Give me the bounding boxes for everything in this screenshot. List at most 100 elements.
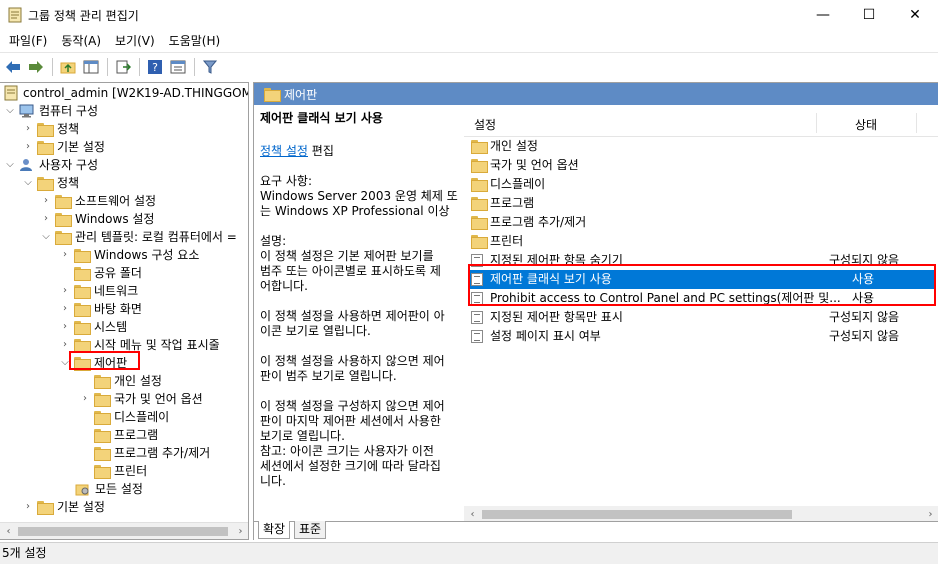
- tree-item-all-settings[interactable]: 모든 설정: [75, 480, 143, 498]
- column-state[interactable]: 상태: [855, 116, 877, 133]
- tree-item-label: 공유 폴더: [94, 266, 142, 280]
- filter-button[interactable]: [199, 56, 221, 78]
- chevron-right-icon[interactable]: ›: [22, 120, 34, 138]
- scroll-thumb[interactable]: [482, 510, 792, 519]
- chevron-down-icon[interactable]: ⌵: [4, 156, 16, 174]
- edit-policy-suffix: 편집: [307, 144, 334, 158]
- folder-icon: [94, 429, 111, 443]
- list-item-setting[interactable]: 지정된 제어판 항목만 표시 구성되지 않음: [468, 308, 934, 327]
- scroll-right-icon[interactable]: ›: [232, 523, 248, 539]
- chevron-down-icon[interactable]: ⌵: [22, 174, 34, 192]
- window-title: 그룹 정책 관리 편집기: [28, 9, 139, 23]
- tree-item-user-preferences[interactable]: › 기본 설정: [22, 498, 105, 516]
- list-item-folder[interactable]: 디스플레이: [468, 175, 934, 194]
- tree-item-printers[interactable]: 프린터: [94, 462, 147, 480]
- scroll-left-icon[interactable]: ‹: [0, 523, 17, 539]
- edit-policy-link[interactable]: 정책 설정: [260, 144, 308, 158]
- tree-item-windows-components[interactable]: › Windows 구성 요소: [59, 246, 199, 264]
- chevron-right-icon[interactable]: ›: [59, 300, 71, 318]
- help-button[interactable]: ?: [144, 56, 166, 78]
- tree-item-label: Windows 설정: [75, 212, 155, 226]
- tree-item-label: 시작 메뉴 및 작업 표시줄: [94, 338, 220, 352]
- column-separator[interactable]: [816, 113, 817, 133]
- tab-standard[interactable]: 표준: [294, 521, 327, 539]
- menu-file[interactable]: 파일(F): [2, 31, 54, 51]
- tree-horizontal-scrollbar[interactable]: ‹ ›: [0, 522, 248, 539]
- forward-button[interactable]: [25, 56, 47, 78]
- folder-icon: [37, 141, 54, 155]
- list-item-folder[interactable]: 국가 및 언어 옵션: [468, 156, 934, 175]
- chevron-down-icon[interactable]: ⌵: [40, 228, 52, 246]
- up-folder-button[interactable]: [57, 56, 79, 78]
- tree-item-programs[interactable]: 프로그램: [94, 426, 158, 444]
- tree-item-label: 프로그램 추가/제거: [114, 446, 211, 460]
- tree-item-control-panel[interactable]: ⌵ 제어판: [59, 354, 127, 372]
- folder-open-icon: [74, 357, 91, 371]
- tree-item-add-remove-programs[interactable]: 프로그램 추가/제거: [94, 444, 210, 462]
- tree-item-windows-settings[interactable]: › Windows 설정: [40, 210, 154, 228]
- description-p1: 이 정책 설정은 기본 제어판 보기를 범주 또는 아이콘별로 표시하도록 제 …: [260, 249, 441, 293]
- tree-item-computer-preferences[interactable]: › 기본 설정: [22, 138, 105, 156]
- tree-item-user-policies[interactable]: ⌵ 정책: [22, 174, 79, 192]
- tree-item-label: 관리 템플릿: 로컬 컴퓨터에서 =: [75, 230, 237, 244]
- back-button[interactable]: [2, 56, 24, 78]
- chevron-down-icon[interactable]: ⌵: [4, 102, 16, 120]
- menu-help[interactable]: 도움말(H): [162, 31, 228, 51]
- maximize-button[interactable]: ☐: [846, 0, 892, 30]
- properties-button[interactable]: [167, 56, 189, 78]
- column-separator[interactable]: [916, 113, 917, 133]
- chevron-right-icon[interactable]: ›: [59, 282, 71, 300]
- list-item-folder[interactable]: 개인 설정: [468, 137, 934, 156]
- chevron-down-icon[interactable]: ⌵: [59, 354, 71, 372]
- tree-item-user-config[interactable]: ⌵ 사용자 구성: [4, 156, 98, 174]
- list-item-setting-selected[interactable]: 제어판 클래식 보기 사용 사용: [468, 270, 934, 289]
- tree-item-network[interactable]: › 네트워크: [59, 282, 138, 300]
- export-list-button[interactable]: [112, 56, 134, 78]
- list-item-folder[interactable]: 프로그램 추가/제거: [468, 213, 934, 232]
- list-item-setting[interactable]: 설정 페이지 표시 여부 구성되지 않음: [468, 327, 934, 346]
- selected-setting-title: 제어판 클래식 보기 사용: [260, 111, 383, 125]
- tree-item-regional-options[interactable]: › 국가 및 언어 옵션: [79, 390, 203, 408]
- tab-extended[interactable]: 확장: [258, 521, 291, 539]
- toolbar: ?: [0, 52, 938, 80]
- folder-icon: [74, 339, 91, 353]
- tree-root[interactable]: control_admin [W2K19-AD.THINGGOM.XY: [4, 84, 248, 102]
- tree-item-personalization[interactable]: 개인 설정: [94, 372, 162, 390]
- show-hide-tree-button[interactable]: [80, 56, 102, 78]
- list-item-folder[interactable]: 프로그램: [468, 194, 934, 213]
- tree-item-computer-policies[interactable]: › 정책: [22, 120, 79, 138]
- tree-item-display[interactable]: 디스플레이: [94, 408, 169, 426]
- minimize-button[interactable]: —: [800, 0, 846, 30]
- setting-state: 구성되지 않음: [829, 253, 900, 267]
- chevron-right-icon[interactable]: ›: [22, 498, 34, 516]
- scroll-thumb[interactable]: [18, 527, 228, 536]
- menu-view[interactable]: 보기(V): [108, 31, 162, 51]
- chevron-right-icon[interactable]: ›: [79, 390, 91, 408]
- folder-icon: [471, 216, 488, 230]
- toolbar-separator: [194, 57, 195, 76]
- column-setting[interactable]: 설정: [474, 116, 496, 133]
- tree-item-system[interactable]: › 시스템: [59, 318, 127, 336]
- list-item-setting[interactable]: 지정된 제어판 항목 숨기기 구성되지 않음: [468, 251, 934, 270]
- chevron-right-icon[interactable]: ›: [59, 318, 71, 336]
- menu-action[interactable]: 동작(A): [54, 31, 108, 51]
- chevron-right-icon[interactable]: ›: [22, 138, 34, 156]
- tree-item-software-settings[interactable]: › 소프트웨어 설정: [40, 192, 156, 210]
- close-button[interactable]: ✕: [892, 0, 938, 30]
- tree-item-shared-folders[interactable]: 공유 폴더: [59, 264, 142, 282]
- chevron-right-icon[interactable]: ›: [59, 246, 71, 264]
- tree-item-admin-templates[interactable]: ⌵ 관리 템플릿: 로컬 컴퓨터에서 =: [40, 228, 237, 246]
- chevron-right-icon[interactable]: ›: [40, 210, 52, 228]
- tree-item-label: 기본 설정: [57, 140, 105, 154]
- chevron-right-icon[interactable]: ›: [59, 336, 71, 354]
- list-item-setting[interactable]: Prohibit access to Control Panel and PC …: [468, 289, 934, 308]
- tree-item-computer-config[interactable]: ⌵ 컴퓨터 구성: [4, 102, 98, 120]
- tree-item-start-menu[interactable]: › 시작 메뉴 및 작업 표시줄: [59, 336, 220, 354]
- setting-state: 사용: [852, 272, 875, 286]
- tree-item-label: 제어판: [94, 356, 128, 370]
- chevron-right-icon[interactable]: ›: [40, 192, 52, 210]
- list-item-folder[interactable]: 프린터: [468, 232, 934, 251]
- tree-item-label: 바탕 화면: [94, 302, 142, 316]
- tree-item-desktop[interactable]: › 바탕 화면: [59, 300, 142, 318]
